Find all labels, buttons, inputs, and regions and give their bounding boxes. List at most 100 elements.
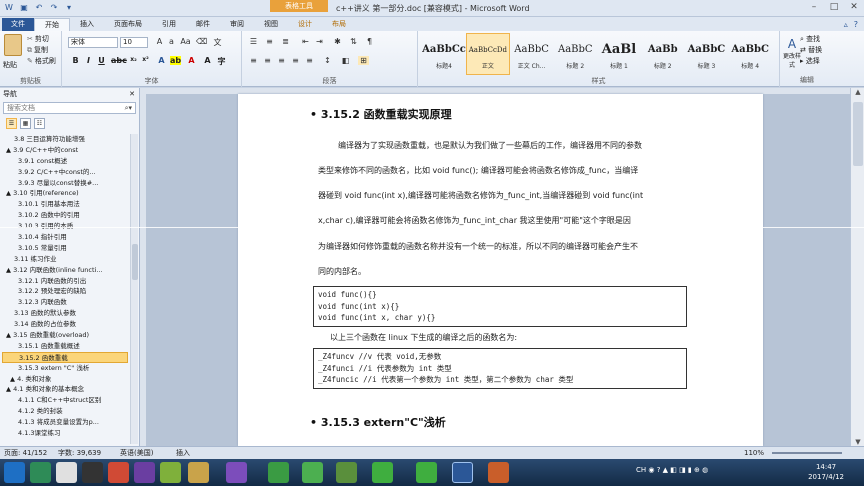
- tab-view[interactable]: 视图: [254, 18, 288, 31]
- help-icon[interactable]: ?: [854, 20, 858, 29]
- qt-icon[interactable]: [416, 462, 437, 483]
- tab-page-layout[interactable]: 页面布局: [104, 18, 152, 31]
- app-icon[interactable]: [268, 462, 289, 483]
- sort-icon[interactable]: ⇅: [348, 37, 359, 46]
- tab-design[interactable]: 设计: [288, 18, 322, 31]
- maximize-icon[interactable]: □: [828, 2, 840, 12]
- paste-button[interactable]: 粘贴: [3, 60, 17, 70]
- decrease-indent-icon[interactable]: ⇤: [300, 37, 311, 46]
- shading-icon[interactable]: ◧: [340, 56, 351, 65]
- phonetic-icon[interactable]: 文: [212, 37, 223, 48]
- tab-home[interactable]: 开始: [34, 18, 70, 31]
- increase-indent-icon[interactable]: ⇥: [314, 37, 325, 46]
- save-icon[interactable]: ▣: [19, 3, 29, 13]
- customize-icon[interactable]: ▾: [64, 3, 74, 13]
- nav-tree-item[interactable]: ▲ 3.9 C/C++中的const: [2, 145, 128, 156]
- clear-format-icon[interactable]: ⌫: [196, 37, 207, 46]
- nav-tree-item[interactable]: 3.12.1 内联函数的引出: [2, 276, 128, 287]
- nav-search-input[interactable]: 搜索文档 ⌕▾: [3, 102, 136, 114]
- nav-tree-item[interactable]: 3.14 函数的占位参数: [2, 319, 128, 330]
- grow-font-icon[interactable]: A: [154, 37, 165, 46]
- minimize-icon[interactable]: –: [808, 2, 820, 12]
- system-tray[interactable]: CH ◉ ? ▲ ◧ ◨ ▮ ⊕ ◍: [636, 466, 708, 474]
- nav-pages-tab[interactable]: ▦: [20, 118, 31, 129]
- nav-headings-tab[interactable]: ☰: [6, 118, 17, 129]
- tab-file[interactable]: 文件: [2, 18, 34, 31]
- bullets-icon[interactable]: ☰: [248, 37, 259, 46]
- line-spacing-icon[interactable]: ↕: [322, 56, 333, 65]
- select-button[interactable]: ▸ 选择: [800, 56, 822, 67]
- nav-tree-item[interactable]: 3.10.2 函数中的引用: [2, 210, 128, 221]
- nav-tree-item[interactable]: 3.10.5 常量引用: [2, 243, 128, 254]
- zoom-slider[interactable]: [772, 452, 842, 454]
- subscript-button[interactable]: x₂: [128, 56, 139, 63]
- nav-tree-item[interactable]: ▲ 4.1 类和对象的基本概念: [2, 384, 128, 395]
- vertical-scrollbar[interactable]: ▲ ▼: [850, 88, 864, 446]
- app-icon[interactable]: [160, 462, 181, 483]
- start-icon[interactable]: [4, 462, 25, 483]
- borders-icon[interactable]: ⊞: [358, 56, 369, 65]
- bold-button[interactable]: B: [70, 56, 81, 65]
- nav-tree-item[interactable]: 3.15.1 函数重载概述: [2, 341, 128, 352]
- enclose-char-icon[interactable]: 字: [216, 56, 227, 67]
- app-icon[interactable]: [108, 462, 129, 483]
- tab-insert[interactable]: 插入: [70, 18, 104, 31]
- distributed-icon[interactable]: ≡: [304, 56, 315, 65]
- nav-tree-item[interactable]: 4.1.3 将成员变量设置为p...: [2, 417, 128, 428]
- code-table-1[interactable]: void func(){} void func(int x){} void func…: [313, 286, 687, 327]
- font-name-select[interactable]: 宋体: [68, 37, 118, 48]
- vertical-ruler[interactable]: [140, 94, 146, 446]
- nav-tree-item[interactable]: 3.9.1 const概述: [2, 156, 128, 167]
- italic-button[interactable]: I: [83, 56, 94, 65]
- tab-layout[interactable]: 布局: [322, 18, 356, 31]
- tab-review[interactable]: 审阅: [220, 18, 254, 31]
- font-size-select[interactable]: 10: [120, 37, 148, 48]
- word-icon[interactable]: [452, 462, 473, 483]
- nav-tree-item[interactable]: 4.1.1 C和C++中struct区别: [2, 395, 128, 406]
- nav-results-tab[interactable]: ☷: [34, 118, 45, 129]
- tab-references[interactable]: 引用: [152, 18, 186, 31]
- redo-icon[interactable]: ↷: [49, 3, 59, 13]
- format-painter-button[interactable]: ✎ 格式刷: [27, 56, 56, 66]
- zoom-level[interactable]: 110%: [744, 447, 764, 459]
- app-icon[interactable]: [302, 462, 323, 483]
- copy-button[interactable]: ⧉ 复制: [27, 45, 48, 55]
- nav-tree-item[interactable]: 3.15.3 extern "C" 浅析: [2, 363, 128, 374]
- visual-studio-icon[interactable]: [226, 462, 247, 483]
- text-effect-icon[interactable]: A: [156, 56, 167, 65]
- replace-button[interactable]: ⇄ 替换: [800, 45, 822, 56]
- nav-scrollbar[interactable]: [130, 134, 138, 444]
- nav-tree-item[interactable]: 4.1.3课堂练习: [2, 428, 128, 439]
- chinese-layout-icon[interactable]: ✱: [332, 37, 343, 46]
- strikethrough-button[interactable]: abc: [111, 56, 127, 65]
- nav-close-icon[interactable]: ✕: [129, 88, 135, 100]
- undo-icon[interactable]: ↶: [34, 3, 44, 13]
- cut-button[interactable]: ✂ 剪切: [27, 34, 49, 44]
- align-right-icon[interactable]: ≡: [276, 56, 287, 65]
- nav-tree-item[interactable]: 3.13 函数的默认参数: [2, 308, 128, 319]
- tab-mailings[interactable]: 邮件: [186, 18, 220, 31]
- scroll-down-icon[interactable]: ▼: [851, 438, 864, 446]
- scroll-thumb[interactable]: [853, 102, 863, 166]
- multilevel-list-icon[interactable]: ≣: [280, 37, 291, 46]
- app-icon[interactable]: [134, 462, 155, 483]
- nav-tree-item[interactable]: ▲ 3.12 内联函数(inline functi...: [2, 265, 128, 276]
- app-icon[interactable]: [30, 462, 51, 483]
- align-left-icon[interactable]: ≡: [248, 56, 259, 65]
- ribbon-collapse-icon[interactable]: ▵: [844, 20, 848, 29]
- change-styles-button[interactable]: A 更改样式: [782, 37, 802, 69]
- nav-tree-item[interactable]: 3.10.4 指针引用: [2, 232, 128, 243]
- qt-icon[interactable]: [372, 462, 393, 483]
- close-icon[interactable]: ✕: [848, 2, 860, 12]
- code-table-2[interactable]: _Z4funcv //v 代表 void,无参数 _Z4funci //i 代表参…: [313, 348, 687, 389]
- show-marks-icon[interactable]: ¶: [364, 37, 375, 46]
- nav-tree-item[interactable]: 3.9.2 C/C++中const的...: [2, 167, 128, 178]
- page-count[interactable]: 页面: 41/152: [4, 447, 47, 459]
- app-icon[interactable]: [82, 462, 103, 483]
- justify-icon[interactable]: ≡: [290, 56, 301, 65]
- app-icon[interactable]: [188, 462, 209, 483]
- nav-tree-item-selected[interactable]: 3.15.2 函数重载: [2, 351, 128, 363]
- nav-tree-item[interactable]: 3.12.2 预处理宏的缺陷: [2, 286, 128, 297]
- nav-tree-item[interactable]: 3.12.3 内联函数: [2, 297, 128, 308]
- change-case-icon[interactable]: Aa: [180, 37, 191, 46]
